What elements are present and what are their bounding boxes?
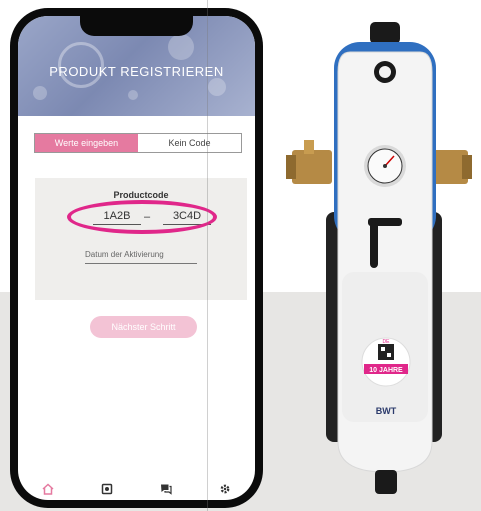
water-filter-product: DE 10 JAHRE BWT	[282, 22, 472, 502]
phone-frame: PRODUKT REGISTRIEREN Werte eingeben Kein…	[10, 8, 263, 508]
phone-notch	[80, 16, 193, 36]
product-code-card: Productcode 1A2B – 3C4D Datum der Aktivi…	[35, 178, 247, 300]
brand-name-text: BWT	[376, 406, 397, 416]
code-highlight-ellipse	[67, 200, 217, 234]
water-drop-decoration	[33, 86, 47, 100]
water-drop-decoration	[208, 78, 226, 96]
gear-icon[interactable]	[215, 479, 235, 499]
tab-no-code[interactable]: Kein Code	[138, 134, 241, 152]
product-icon[interactable]	[97, 479, 117, 499]
water-drop-decoration	[128, 90, 138, 100]
top-cap	[370, 22, 400, 44]
app-screen: PRODUKT REGISTRIEREN Werte eingeben Kein…	[18, 16, 255, 500]
home-icon[interactable]	[38, 479, 58, 499]
pressure-gauge	[364, 145, 406, 187]
drain-valve	[375, 470, 397, 494]
product-code-title: Productcode	[113, 190, 169, 200]
guarantee-badge	[361, 337, 411, 387]
badge-country-text: DE	[383, 339, 391, 345]
left-pipe-fitting	[286, 140, 332, 184]
tab-enter-values[interactable]: Werte eingeben	[35, 134, 138, 152]
chat-icon[interactable]	[156, 479, 176, 499]
water-drop-decoration	[168, 34, 194, 60]
activation-date-input[interactable]	[85, 263, 197, 264]
page-title: PRODUKT REGISTRIEREN	[49, 64, 224, 79]
bottom-tab-bar	[18, 478, 255, 500]
vertical-guide-line	[207, 0, 208, 511]
next-step-button[interactable]: Nächster Schritt	[90, 316, 197, 338]
activation-date-label: Datum der Aktivierung	[85, 250, 164, 259]
badge-years-text: 10 JAHRE	[369, 367, 403, 374]
right-pipe-fitting	[432, 150, 472, 184]
entry-mode-toggle: Werte eingeben Kein Code	[34, 133, 242, 153]
